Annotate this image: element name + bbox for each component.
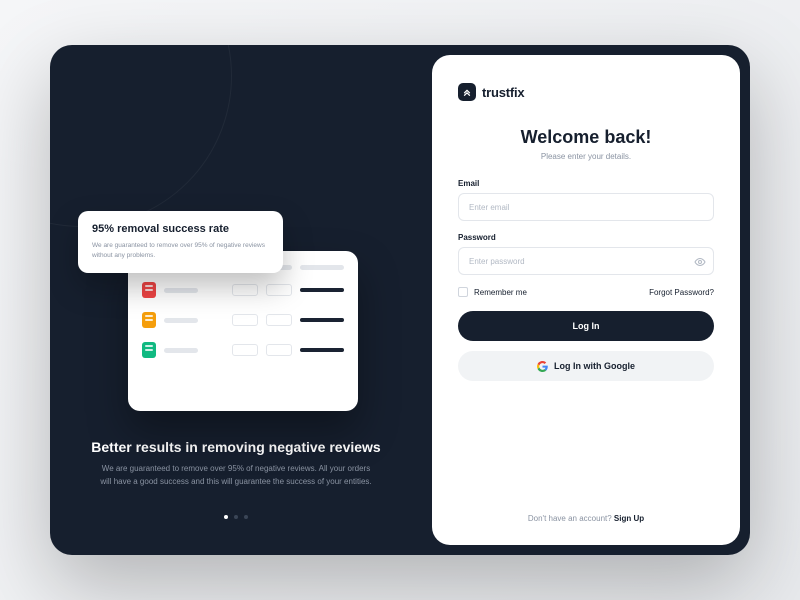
- google-icon: [537, 361, 548, 372]
- email-field[interactable]: [458, 193, 714, 221]
- auth-panel: trustfix Welcome back! Please enter your…: [432, 55, 740, 545]
- carousel-dot[interactable]: [224, 515, 228, 519]
- brand: trustfix: [458, 83, 714, 101]
- hero-title: Better results in removing negative revi…: [91, 439, 380, 455]
- hero-panel: 95% removal success rate We are guarante…: [50, 45, 422, 555]
- password-label: Password: [458, 233, 714, 242]
- remember-me-checkbox[interactable]: [458, 287, 468, 297]
- brand-name: trustfix: [482, 85, 524, 100]
- forgot-password-link[interactable]: Forgot Password?: [649, 288, 714, 297]
- table-card: [128, 251, 358, 411]
- carousel-dot[interactable]: [244, 515, 248, 519]
- callout-title: 95% removal success rate: [92, 223, 269, 235]
- callout-body: We are guaranteed to remove over 95% of …: [92, 241, 269, 261]
- carousel-dots[interactable]: [224, 515, 248, 519]
- stat-callout: 95% removal success rate We are guarante…: [78, 211, 283, 273]
- carousel-dot[interactable]: [234, 515, 238, 519]
- file-icon: [142, 312, 156, 328]
- file-icon: [142, 282, 156, 298]
- hero-illustration: 95% removal success rate We are guarante…: [106, 215, 366, 415]
- remember-me[interactable]: Remember me: [458, 287, 527, 297]
- google-login-label: Log In with Google: [554, 361, 635, 371]
- remember-me-label: Remember me: [474, 288, 527, 297]
- eye-icon[interactable]: [694, 255, 706, 267]
- hero-subtitle: We are guaranteed to remove over 95% of …: [96, 463, 376, 489]
- google-login-button[interactable]: Log In with Google: [458, 351, 714, 381]
- signup-row: Don't have an account? Sign Up: [458, 514, 714, 523]
- email-label: Email: [458, 179, 714, 188]
- file-icon: [142, 342, 156, 358]
- brand-logo-icon: [458, 83, 476, 101]
- signup-link[interactable]: Sign Up: [614, 514, 644, 523]
- password-field[interactable]: [458, 247, 714, 275]
- welcome-title: Welcome back!: [458, 127, 714, 148]
- app-window: 95% removal success rate We are guarante…: [50, 45, 750, 555]
- signup-prompt: Don't have an account?: [528, 514, 614, 523]
- login-button[interactable]: Log In: [458, 311, 714, 341]
- welcome-subtitle: Please enter your details.: [458, 152, 714, 161]
